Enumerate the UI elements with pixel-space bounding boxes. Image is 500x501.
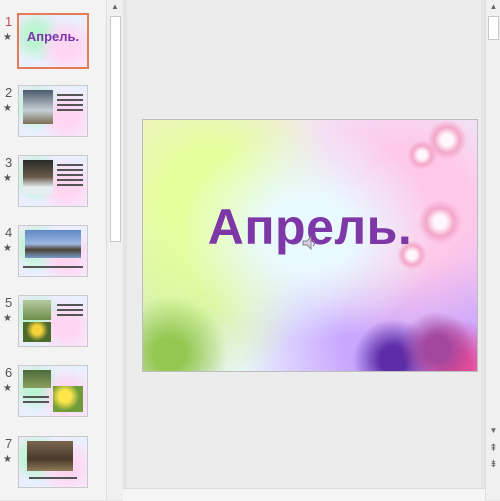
animation-star-icon: ★ (3, 313, 12, 324)
slide-number: 2 (5, 85, 13, 100)
slide-editor: Апрель. (123, 0, 485, 488)
slide-preview[interactable] (18, 365, 88, 417)
river-image (23, 90, 53, 124)
slide-preview[interactable] (18, 85, 88, 137)
meadow-image (23, 300, 51, 320)
speaker-icon[interactable] (301, 234, 319, 252)
lake-image (25, 230, 81, 258)
dandelion-image (53, 386, 83, 412)
previous-slide-icon[interactable]: ⇞ (486, 442, 500, 456)
editor-canvas: Апрель. (127, 0, 481, 488)
slide-number: 1 (5, 14, 13, 29)
slide-thumbnail-3[interactable]: 3 ★ (0, 155, 106, 217)
animation-star-icon: ★ (3, 103, 12, 114)
slide-preview[interactable] (18, 225, 88, 277)
slide-thumbnail-6[interactable]: 6 ★ (0, 365, 106, 427)
animation-star-icon: ★ (3, 454, 12, 465)
flower-decoration (143, 258, 477, 371)
animation-star-icon: ★ (3, 383, 12, 394)
editor-scrollbar[interactable]: ▲ ▼ ⇞ ⇟ (485, 0, 500, 500)
slide-preview[interactable]: Апрель. (17, 13, 89, 69)
animation-star-icon: ★ (3, 173, 12, 184)
animation-star-icon: ★ (3, 32, 12, 43)
slide-preview[interactable] (18, 295, 88, 347)
slide-thumbnail-pane: 1 ★ Апрель. 2 ★ 3 ★ 4 ★ 5 ★ 6 ★ 7 ★ (0, 0, 106, 500)
slide-number: 6 (5, 365, 13, 380)
forest-image (23, 370, 51, 388)
scroll-down-icon[interactable]: ▼ (486, 424, 500, 438)
scroll-up-icon[interactable]: ▲ (107, 0, 123, 14)
scrollbar-thumb[interactable] (488, 16, 499, 40)
slide-number: 5 (5, 295, 13, 310)
slide-thumbnail-5[interactable]: 5 ★ (0, 295, 106, 357)
slide-thumbnail-2[interactable]: 2 ★ (0, 85, 106, 147)
next-slide-icon[interactable]: ⇟ (486, 458, 500, 472)
slide-preview-title: Апрель. (26, 29, 80, 44)
slide-number: 7 (5, 436, 13, 451)
slide-number: 3 (5, 155, 13, 170)
thumbnail-scrollbar[interactable]: ▲ (106, 0, 124, 500)
slide-preview[interactable] (18, 155, 88, 207)
current-slide[interactable]: Апрель. (142, 119, 478, 372)
slide-preview[interactable] (18, 436, 88, 488)
bear-image (27, 441, 73, 471)
slide-thumbnail-7[interactable]: 7 ★ (0, 436, 106, 498)
slide-thumbnail-1[interactable]: 1 ★ Апрель. (0, 13, 106, 76)
scrollbar-thumb[interactable] (110, 16, 121, 242)
stream-image (23, 160, 53, 194)
flower-image (23, 322, 51, 342)
scroll-up-icon[interactable]: ▲ (486, 0, 500, 14)
slide-thumbnail-4[interactable]: 4 ★ (0, 225, 106, 287)
slide-number: 4 (5, 225, 13, 240)
horizontal-scrollbar[interactable] (123, 488, 485, 501)
animation-star-icon: ★ (3, 243, 12, 254)
blossom-decoration (407, 140, 437, 170)
